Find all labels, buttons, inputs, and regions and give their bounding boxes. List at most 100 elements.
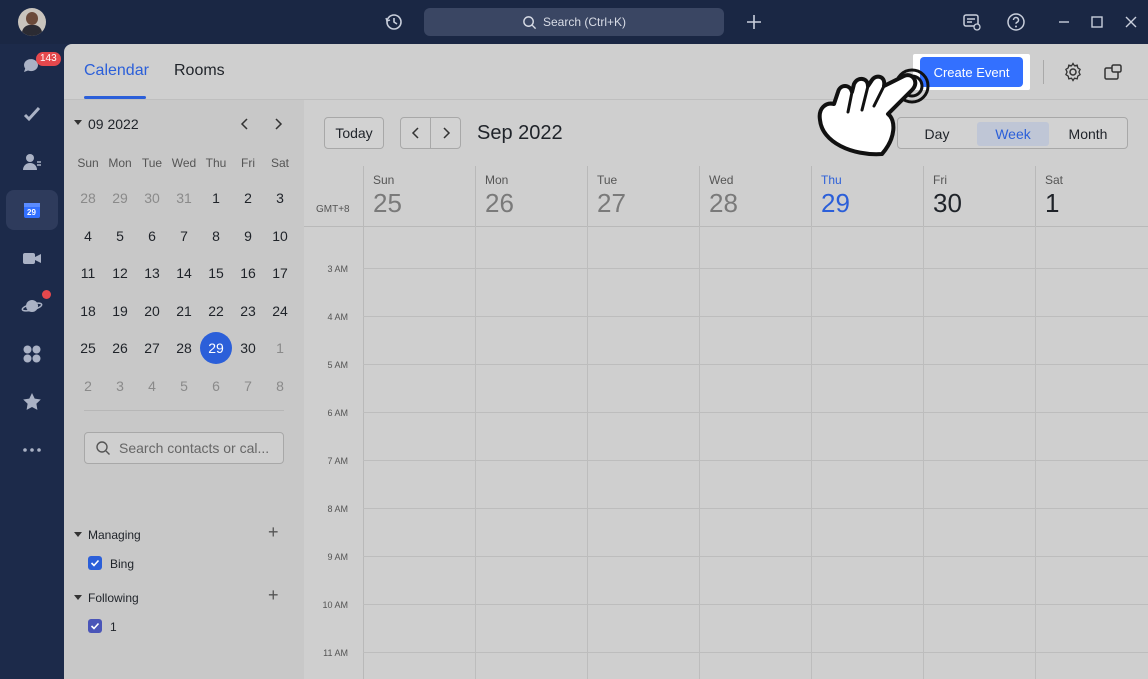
day-column-header[interactable]: Fri 30 [923, 166, 1035, 226]
announcement-icon[interactable] [961, 11, 983, 33]
mini-day[interactable]: 2 [232, 182, 264, 214]
mini-day[interactable]: 5 [168, 370, 200, 402]
global-search-input[interactable]: Search (Ctrl+K) [424, 8, 724, 36]
day-column-header[interactable]: Sun 25 [363, 166, 475, 226]
mini-day[interactable]: 10 [264, 220, 296, 252]
help-icon[interactable] [1005, 11, 1027, 33]
mini-day[interactable]: 30 [136, 182, 168, 214]
day-column-header[interactable]: Wed 28 [699, 166, 811, 226]
day-number: 29 [821, 188, 850, 218]
day-number: 28 [709, 188, 738, 218]
mini-day[interactable]: 7 [168, 220, 200, 252]
contacts-search-input[interactable]: Search contacts or cal... [84, 432, 284, 464]
mini-day[interactable]: 27 [136, 332, 168, 364]
mini-day[interactable]: 30 [232, 332, 264, 364]
rail-calendar[interactable]: 29 [6, 190, 58, 230]
contacts-search-placeholder: Search contacts or cal... [119, 440, 270, 456]
mini-day[interactable]: 7 [232, 370, 264, 402]
view-month-button[interactable]: Month [1052, 122, 1124, 146]
rail-apps[interactable] [6, 334, 58, 374]
day-column-header[interactable]: Sat 1 [1035, 166, 1147, 226]
settings-gear-icon[interactable] [1062, 61, 1084, 83]
calendar-item-label[interactable]: 1 [110, 620, 117, 634]
close-icon[interactable] [1120, 11, 1142, 33]
add-managing-icon[interactable]: + [268, 522, 279, 543]
tab-calendar[interactable]: Calendar [84, 62, 149, 80]
day-name: Thu [821, 173, 842, 187]
following-caret-icon[interactable] [74, 595, 82, 600]
rail-contacts[interactable] [6, 142, 58, 182]
mini-day[interactable]: 16 [232, 257, 264, 289]
rail-tasks[interactable] [6, 94, 58, 134]
calendar-item-label[interactable]: Bing [110, 557, 134, 571]
tab-rooms[interactable]: Rooms [174, 62, 225, 80]
popout-window-icon[interactable] [1102, 61, 1124, 83]
mini-day[interactable]: 24 [264, 295, 296, 327]
mini-day[interactable]: 22 [200, 295, 232, 327]
mini-day[interactable]: 21 [168, 295, 200, 327]
mini-next-month-icon[interactable] [268, 114, 288, 134]
group-title-managing[interactable]: Managing [88, 528, 141, 542]
mini-day[interactable]: 6 [200, 370, 232, 402]
hour-label: 9 AM [327, 552, 348, 562]
mini-day[interactable]: 17 [264, 257, 296, 289]
day-column-header-today[interactable]: Thu 29 [811, 166, 923, 226]
unread-badge: 143 [36, 52, 61, 66]
mini-day[interactable]: 23 [232, 295, 264, 327]
rail-workplace[interactable] [6, 286, 58, 326]
mini-day-today[interactable]: 29 [200, 332, 232, 364]
minimize-icon[interactable] [1053, 11, 1075, 33]
mini-day[interactable]: 5 [104, 220, 136, 252]
rail-meetings[interactable] [6, 238, 58, 278]
mini-day[interactable]: 3 [264, 182, 296, 214]
mini-day[interactable]: 25 [72, 332, 104, 364]
mini-day[interactable]: 8 [200, 220, 232, 252]
maximize-icon[interactable] [1086, 11, 1108, 33]
mini-day[interactable]: 28 [72, 182, 104, 214]
mini-day[interactable]: 31 [168, 182, 200, 214]
day-number: 30 [933, 188, 962, 218]
add-icon[interactable] [743, 11, 765, 33]
user-avatar[interactable] [18, 8, 46, 36]
mini-day[interactable]: 13 [136, 257, 168, 289]
mini-day[interactable]: 26 [104, 332, 136, 364]
mini-day[interactable]: 15 [200, 257, 232, 289]
mini-calendar-title[interactable]: 09 2022 [88, 116, 139, 132]
mini-day[interactable]: 28 [168, 332, 200, 364]
mini-day[interactable]: 14 [168, 257, 200, 289]
today-button[interactable]: Today [324, 117, 384, 149]
mini-day[interactable]: 19 [104, 295, 136, 327]
mini-day[interactable]: 8 [264, 370, 296, 402]
mini-day[interactable]: 2 [72, 370, 104, 402]
mini-day[interactable]: 12 [104, 257, 136, 289]
mini-day[interactable]: 29 [104, 182, 136, 214]
next-week-icon[interactable] [431, 118, 461, 148]
mini-day[interactable]: 4 [72, 220, 104, 252]
calendar-checkbox[interactable] [88, 556, 102, 570]
mini-day[interactable]: 20 [136, 295, 168, 327]
mini-day[interactable]: 3 [104, 370, 136, 402]
group-title-following[interactable]: Following [88, 591, 139, 605]
mini-day[interactable]: 1 [264, 332, 296, 364]
prev-week-icon[interactable] [401, 118, 431, 148]
day-column-header[interactable]: Tue 27 [587, 166, 699, 226]
calendar-checkbox[interactable] [88, 619, 102, 633]
add-following-icon[interactable]: + [268, 585, 279, 606]
mini-day[interactable]: 11 [72, 257, 104, 289]
mini-day[interactable]: 1 [200, 182, 232, 214]
mini-day[interactable]: 9 [232, 220, 264, 252]
mini-day[interactable]: 18 [72, 295, 104, 327]
mini-day[interactable]: 4 [136, 370, 168, 402]
mini-prev-month-icon[interactable] [235, 114, 255, 134]
title-bar: Search (Ctrl+K) [0, 0, 1148, 44]
rail-favorites[interactable] [6, 382, 58, 422]
rail-more[interactable] [6, 430, 58, 470]
managing-caret-icon[interactable] [74, 532, 82, 537]
mini-calendar-caret-icon[interactable] [74, 120, 82, 125]
view-week-button[interactable]: Week [977, 122, 1049, 146]
hour-label: 7 AM [327, 456, 348, 466]
rail-messenger[interactable]: 143 [6, 46, 61, 86]
day-column-header[interactable]: Mon 26 [475, 166, 587, 226]
mini-day[interactable]: 6 [136, 220, 168, 252]
history-icon[interactable] [383, 11, 405, 33]
